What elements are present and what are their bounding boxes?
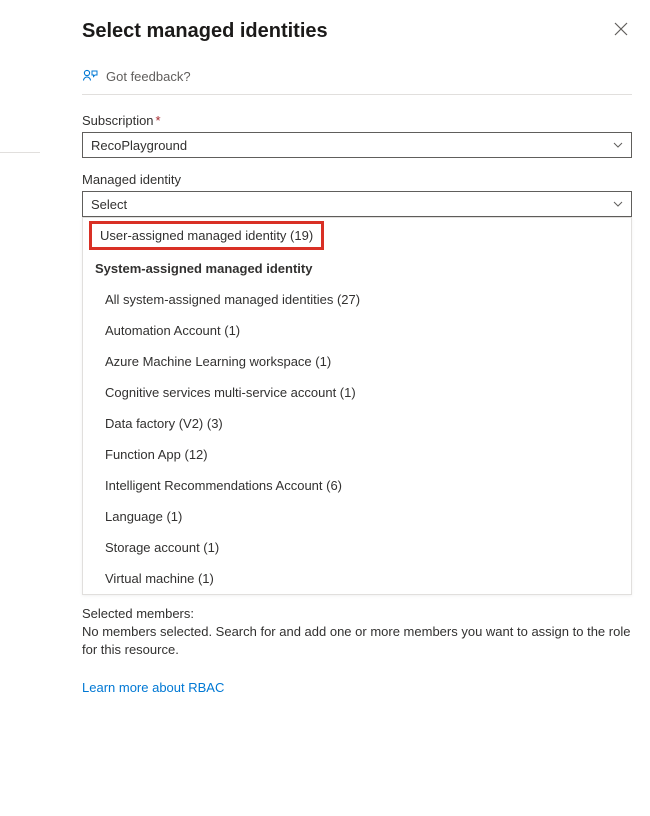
dropdown-item-user-assigned[interactable]: User-assigned managed identity (19) [89,221,324,250]
dropdown-item-language[interactable]: Language (1) [83,501,631,532]
feedback-icon [82,68,98,84]
required-indicator: * [156,113,161,128]
selected-members-label: Selected members: [82,605,632,623]
dropdown-item-data-factory[interactable]: Data factory (V2) (3) [83,408,631,439]
dropdown-item-intelligent-recommendations[interactable]: Intelligent Recommendations Account (6) [83,470,631,501]
left-divider [0,152,40,153]
dropdown-item-storage-account[interactable]: Storage account (1) [83,532,631,563]
managed-identity-select[interactable]: Select [82,191,632,217]
learn-more-link[interactable]: Learn more about RBAC [82,680,224,695]
dropdown-item-aml-workspace[interactable]: Azure Machine Learning workspace (1) [83,346,631,377]
managed-identity-field: Managed identity Select User-assigned ma… [82,172,632,595]
chevron-down-icon [613,199,623,210]
feedback-label: Got feedback? [106,69,191,84]
dropdown-section-header: System-assigned managed identity [83,253,631,284]
close-button[interactable] [610,18,632,44]
dropdown-item-function-app[interactable]: Function App (12) [83,439,631,470]
chevron-down-icon [613,140,623,151]
dropdown-item-automation-account[interactable]: Automation Account (1) [83,315,631,346]
subscription-label: Subscription* [82,113,632,128]
managed-identity-label: Managed identity [82,172,632,187]
subscription-field: Subscription* RecoPlayground [82,113,632,158]
close-icon [614,22,628,36]
selected-members-section: Selected members: No members selected. S… [82,605,632,660]
dropdown-item-all-system[interactable]: All system-assigned managed identities (… [83,284,631,315]
subscription-value: RecoPlayground [91,138,187,153]
select-managed-identities-panel: Select managed identities Got feedback? … [82,0,650,695]
subscription-select[interactable]: RecoPlayground [82,132,632,158]
selected-members-text: No members selected. Search for and add … [82,623,632,659]
managed-identity-dropdown: User-assigned managed identity (19) Syst… [82,217,632,595]
dropdown-item-cognitive-services[interactable]: Cognitive services multi-service account… [83,377,631,408]
feedback-link[interactable]: Got feedback? [82,60,632,95]
panel-title: Select managed identities [82,20,328,43]
panel-header: Select managed identities [82,18,632,44]
managed-identity-placeholder: Select [91,197,127,212]
dropdown-item-virtual-machine[interactable]: Virtual machine (1) [83,563,631,594]
